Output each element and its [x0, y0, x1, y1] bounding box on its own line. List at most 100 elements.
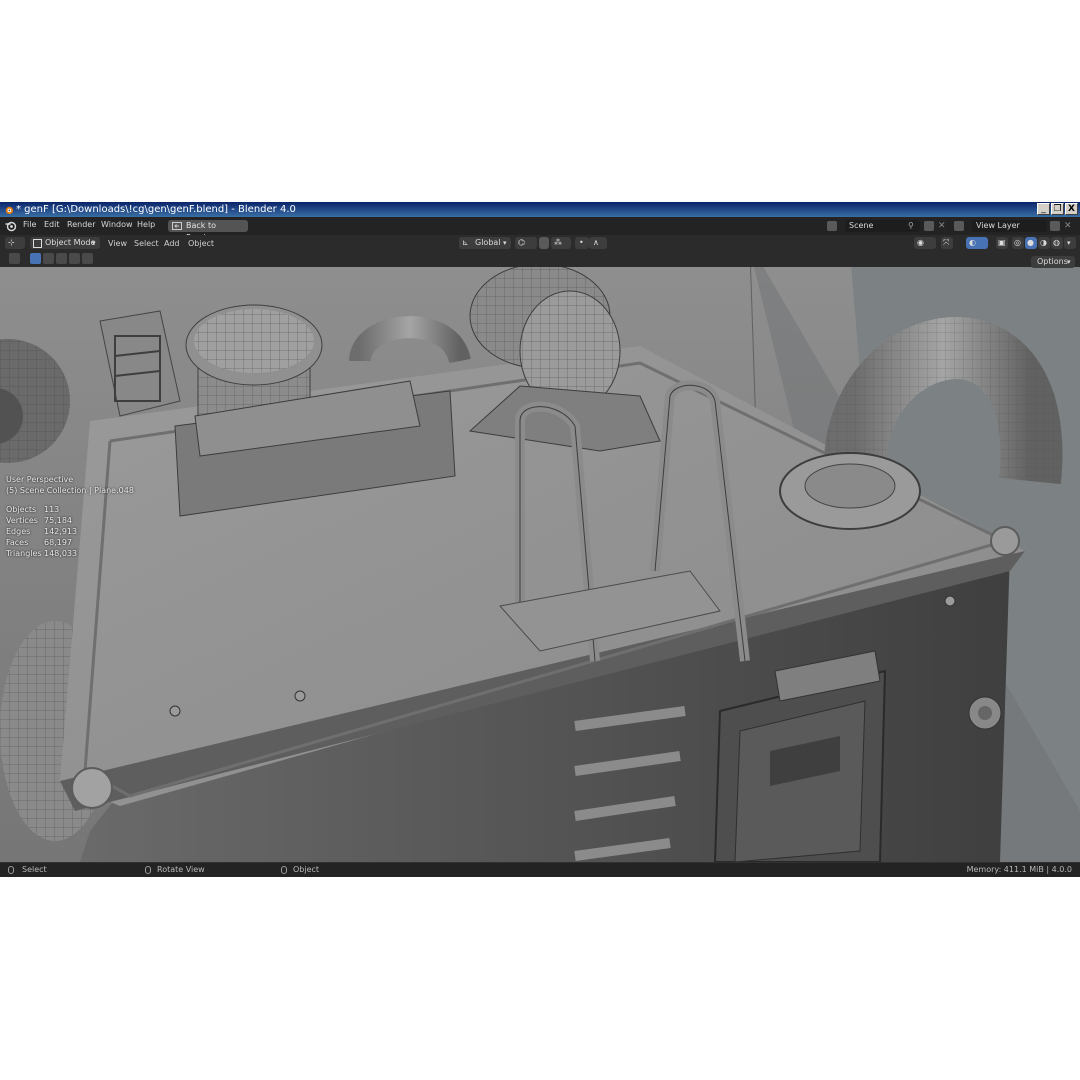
menu-render[interactable]: Render: [67, 220, 95, 229]
stat-value-vertices: 75,184: [44, 516, 72, 525]
back-to-previous-button[interactable]: Back to Previous: [168, 220, 248, 242]
menu-edit[interactable]: Edit: [44, 220, 60, 229]
view-layer-icon[interactable]: [954, 221, 964, 231]
scene-icon[interactable]: [827, 221, 837, 231]
gizmo-icon: ⤧: [943, 238, 950, 247]
chevron-down-icon: ▾: [503, 239, 507, 247]
select-box-new-icon[interactable]: [30, 253, 41, 264]
overlays-icon: ◐: [969, 238, 976, 247]
restore-button[interactable]: ❐: [1051, 203, 1064, 215]
visibility-dropdown[interactable]: ◉: [914, 237, 936, 249]
stat-value-faces: 68,197: [44, 538, 72, 547]
status-object: Object: [293, 865, 320, 874]
stat-label-edges: Edges: [6, 527, 31, 536]
top-menu-bar: File Edit Render Window Help Back to Pre…: [0, 217, 1080, 242]
chevron-down-icon: ▾: [1067, 239, 1071, 247]
editor-type-dropdown[interactable]: ⊹: [5, 237, 25, 249]
wireframe-shading[interactable]: ◎: [1012, 237, 1024, 249]
select-box-invert-icon[interactable]: [69, 253, 80, 264]
gizmo-toggle[interactable]: ⤧: [941, 237, 953, 249]
editor-type-icon: ⊹: [8, 238, 15, 247]
rendered-icon: ◍: [1053, 238, 1060, 247]
new-view-layer-icon[interactable]: [1050, 221, 1060, 231]
blender-menu-icon[interactable]: [4, 220, 17, 232]
mode-label: Object Mode: [45, 238, 96, 247]
snap-grid-icon: ⁂: [554, 238, 562, 247]
view-layer-field[interactable]: View Layer: [972, 220, 1047, 232]
wireframe-icon: ◎: [1014, 238, 1021, 247]
pin-icon[interactable]: ⚲: [908, 221, 918, 231]
minimize-button[interactable]: _: [1037, 203, 1050, 215]
options-dropdown[interactable]: Options ▾: [1031, 256, 1075, 268]
xray-toggle[interactable]: ▣: [996, 237, 1008, 249]
status-bar: Select Rotate View Object Memory: 411.1 …: [0, 863, 1080, 877]
material-shading[interactable]: ◑: [1038, 237, 1050, 249]
menu-window[interactable]: Window: [101, 220, 133, 229]
remove-scene-icon[interactable]: ✕: [938, 221, 948, 231]
select-box-subtract-icon[interactable]: [56, 253, 67, 264]
options-label: Options: [1037, 257, 1068, 266]
menu-view[interactable]: View: [108, 239, 127, 248]
status-select: Select: [22, 865, 47, 874]
menu-add[interactable]: Add: [164, 239, 180, 248]
tool-settings-row: [0, 251, 1080, 267]
proportional-icon: •: [579, 238, 584, 247]
stat-value-triangles: 148,033: [44, 549, 78, 558]
snap-dropdown[interactable]: ⁂: [551, 237, 571, 249]
blender-logo-icon: [5, 206, 14, 215]
memory-readout: Memory: 411.1 MiB | 4.0.0: [966, 865, 1072, 874]
chevron-down-icon: ▾: [1067, 258, 1071, 266]
orientation-icon: ⊾: [462, 238, 469, 247]
stat-label-triangles: Triangles: [6, 549, 42, 558]
pivot-icon: ⌬: [518, 238, 525, 247]
eye-icon: ◉: [917, 238, 924, 247]
stat-label-objects: Objects: [6, 505, 37, 514]
mouse-left-icon: [8, 866, 14, 874]
solid-sphere-icon: ●: [1027, 238, 1034, 247]
stat-value-objects: 113: [44, 505, 60, 514]
window-title: * genF [G:\Downloads\!cg\gen\genF.blend]…: [16, 204, 296, 215]
falloff-icon: ∧: [593, 238, 599, 247]
new-scene-icon[interactable]: [924, 221, 934, 231]
shading-options[interactable]: ▾: [1064, 237, 1076, 249]
view-layer-label: View Layer: [976, 221, 1020, 230]
back-arrow-icon: [172, 222, 182, 230]
material-icon: ◑: [1040, 238, 1047, 247]
menu-object[interactable]: Object: [188, 239, 214, 248]
mouse-middle-icon: [145, 866, 151, 874]
menu-help[interactable]: Help: [137, 220, 155, 229]
orientation-dropdown[interactable]: ⊾ Global ▾: [459, 237, 511, 249]
overlays-toggle[interactable]: ◐: [966, 237, 988, 249]
select-box-extend-icon[interactable]: [43, 253, 54, 264]
scene-label: Scene: [849, 221, 874, 230]
status-rotate-view: Rotate View: [157, 865, 205, 874]
stat-value-edges: 142,913: [44, 527, 78, 536]
stat-label-vertices: Vertices: [6, 516, 38, 525]
title-bar: * genF [G:\Downloads\!cg\gen\genF.blend]…: [0, 202, 1080, 217]
blender-window: * genF [G:\Downloads\!cg\gen\genF.blend]…: [0, 202, 1080, 877]
object-mode-icon: [33, 239, 42, 248]
select-box-intersect-icon[interactable]: [82, 253, 93, 264]
chevron-down-icon: ▾: [92, 239, 96, 247]
viewport-header: ⊹ Object Mode ▾ View Select Add Object ⊾…: [0, 235, 1080, 251]
perspective-label: User Perspective: [6, 475, 74, 484]
rendered-shading[interactable]: ◍: [1051, 237, 1063, 249]
remove-view-layer-icon[interactable]: ✕: [1064, 221, 1074, 231]
falloff-dropdown[interactable]: ∧: [589, 237, 607, 249]
close-button[interactable]: X: [1065, 203, 1078, 215]
xray-icon: ▣: [998, 238, 1006, 247]
mode-dropdown[interactable]: Object Mode ▾: [30, 237, 100, 249]
orientation-label: Global: [475, 238, 501, 247]
pivot-dropdown[interactable]: ⌬: [515, 237, 537, 249]
proportional-edit-toggle[interactable]: •: [575, 237, 589, 249]
collection-label: (5) Scene Collection | Plane.048: [6, 486, 134, 495]
3d-viewport[interactable]: User Perspective (5) Scene Collection | …: [0, 251, 1080, 862]
menu-select[interactable]: Select: [134, 239, 159, 248]
mouse-right-icon: [281, 866, 287, 874]
scene-render: [0, 251, 1080, 862]
menu-file[interactable]: File: [23, 220, 36, 229]
solid-shading[interactable]: ●: [1025, 237, 1037, 249]
snap-toggle[interactable]: [539, 237, 549, 249]
select-tool-icon[interactable]: [9, 253, 20, 264]
stat-label-faces: Faces: [6, 538, 29, 547]
